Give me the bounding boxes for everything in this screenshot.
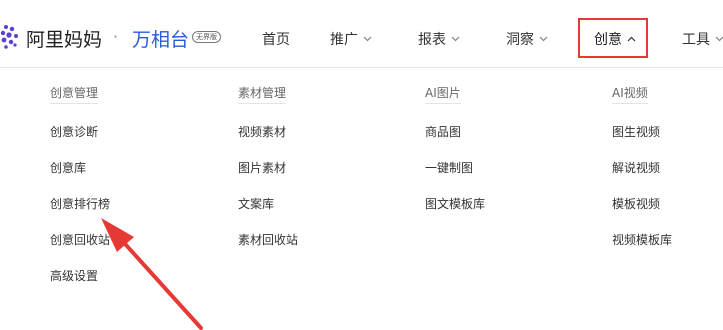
nav-insights[interactable]: 洞察 — [506, 29, 548, 49]
menu-item-creative-diagnosis[interactable]: 创意诊断 — [50, 125, 110, 139]
product-name[interactable]: 万相台 — [132, 25, 189, 52]
chevron-down-icon — [715, 36, 723, 42]
top-navigation-bar: 阿里妈妈 · 万相台 无界版 首页 推广 报表 洞察 创意 工具 — [0, 0, 723, 68]
menu-item-graphic-template-library[interactable]: 图文模板库 — [425, 197, 485, 211]
chevron-down-icon — [451, 36, 460, 42]
column-title: AI图片 — [425, 86, 461, 104]
column-title: 素材管理 — [238, 86, 287, 104]
column-title: AI视频 — [612, 86, 648, 104]
column-material-management: 素材管理 视频素材 图片素材 文案库 素材回收站 — [238, 82, 298, 247]
menu-item-material-recycle-bin[interactable]: 素材回收站 — [238, 233, 298, 247]
nav-creative[interactable]: 创意 — [594, 29, 636, 49]
menu-item-creative-ranking[interactable]: 创意排行榜 — [50, 197, 110, 211]
menu-item-video-materials[interactable]: 视频素材 — [238, 125, 298, 139]
menu-item-creative-recycle-bin[interactable]: 创意回收站 — [50, 233, 110, 247]
column-ai-videos: AI视频 图生视频 解说视频 模板视频 视频模板库 — [612, 82, 672, 247]
menu-item-copy-library[interactable]: 文案库 — [238, 197, 298, 211]
nav-tools[interactable]: 工具 — [682, 29, 723, 49]
chevron-up-icon — [627, 36, 636, 42]
menu-item-template-video[interactable]: 模板视频 — [612, 197, 672, 211]
column-creative-management: 创意管理 创意诊断 创意库 创意排行榜 创意回收站 高级设置 — [50, 82, 110, 283]
nav-home-label: 首页 — [262, 32, 290, 48]
menu-item-product-image[interactable]: 商品图 — [425, 125, 485, 139]
nav-reports-label: 报表 — [418, 32, 446, 48]
chevron-down-icon — [539, 36, 548, 42]
column-title: 创意管理 — [50, 86, 99, 104]
nav-home[interactable]: 首页 — [262, 29, 290, 49]
menu-item-video-template-library[interactable]: 视频模板库 — [612, 233, 672, 247]
menu-item-image-materials[interactable]: 图片素材 — [238, 161, 298, 175]
nav-tools-label: 工具 — [682, 32, 710, 48]
brand-separator: · — [113, 27, 119, 46]
alimama-logo-icon[interactable] — [0, 24, 20, 50]
menu-item-one-click-design[interactable]: 一键制图 — [425, 161, 485, 175]
menu-item-image-to-video[interactable]: 图生视频 — [612, 125, 672, 139]
nav-insights-label: 洞察 — [506, 32, 534, 48]
nav-creative-label: 创意 — [594, 32, 622, 48]
nav-reports[interactable]: 报表 — [418, 29, 460, 49]
column-ai-images: AI图片 商品图 一键制图 图文模板库 — [425, 82, 485, 211]
brand-name[interactable]: 阿里妈妈 — [26, 25, 102, 52]
menu-item-creative-library[interactable]: 创意库 — [50, 161, 110, 175]
menu-item-advanced-settings[interactable]: 高级设置 — [50, 269, 110, 283]
nav-promotion-label: 推广 — [330, 32, 358, 48]
chevron-down-icon — [363, 36, 372, 42]
edition-badge: 无界版 — [192, 31, 221, 43]
nav-promotion[interactable]: 推广 — [330, 29, 372, 49]
menu-item-narration-video[interactable]: 解说视频 — [612, 161, 672, 175]
